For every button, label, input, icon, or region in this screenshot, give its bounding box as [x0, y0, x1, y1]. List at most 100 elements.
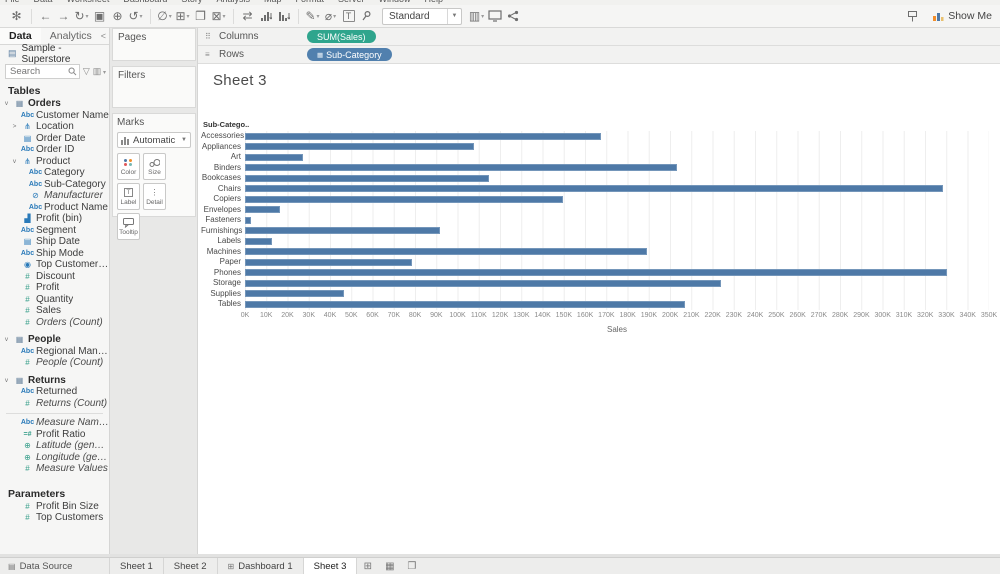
rows-shelf[interactable]: ≡ Rows ▦ Sub-Category [198, 46, 1000, 64]
clear-sheet-button[interactable]: ⊠▾ [210, 7, 227, 26]
pages-card[interactable]: Pages [112, 28, 196, 61]
tab-sheet-2[interactable]: Sheet 2 [164, 558, 218, 574]
field-orders[interactable]: v▦Orders [0, 98, 109, 110]
field-sales[interactable]: #Sales [0, 305, 109, 317]
field-orders-count-[interactable]: #Orders (Count) [0, 317, 109, 329]
category-label[interactable]: Labels [201, 236, 245, 247]
bar-chairs[interactable] [245, 185, 943, 192]
datasource-row[interactable]: ▤ Sample - Superstore [0, 45, 109, 62]
field-regional-manager[interactable]: AbcRegional Manager [0, 346, 109, 358]
label-button[interactable]: TLabel [117, 183, 140, 210]
menu-window[interactable]: Window [379, 0, 411, 4]
category-label[interactable]: Phones [201, 268, 245, 279]
category-label[interactable]: Furnishings [201, 226, 245, 237]
presentation-mode-button[interactable] [486, 7, 503, 26]
field-top-customers[interactable]: #Top Customers [0, 512, 109, 524]
tab-sheet-1[interactable]: Sheet 1 [110, 558, 164, 574]
sub-category-pill[interactable]: ▦ Sub-Category [307, 48, 392, 61]
category-label[interactable]: Appliances [201, 142, 245, 153]
highlight-button[interactable]: ✎▾ [304, 7, 321, 26]
field-profit-bin-[interactable]: ▟Profit (bin) [0, 213, 109, 225]
menu-help[interactable]: Help [425, 0, 444, 4]
menu-story[interactable]: Story [181, 0, 202, 4]
format-button[interactable]: ⌀▾ [322, 7, 339, 26]
new-data-source-button[interactable]: ⊕ [109, 7, 126, 26]
category-label[interactable]: Accessories [201, 131, 245, 142]
menu-worksheet[interactable]: Worksheet [67, 0, 110, 4]
field-product[interactable]: v⋔Product [0, 156, 109, 168]
category-label[interactable]: Machines [201, 247, 245, 258]
row-field-header[interactable]: Sub-Catego.. [201, 120, 989, 131]
new-worksheet-tab-button[interactable]: ⊞ [357, 558, 379, 574]
menu-server[interactable]: Server [338, 0, 365, 4]
tab-sheet-3[interactable]: Sheet 3 [304, 558, 358, 574]
sort-descending-button[interactable] [275, 7, 292, 26]
sheet-title[interactable]: Sheet 3 [198, 64, 1000, 89]
category-label[interactable]: Copiers [201, 194, 245, 205]
new-story-tab-button[interactable]: ❐ [401, 558, 423, 574]
filters-card[interactable]: Filters [112, 66, 196, 108]
duplicate-sheet-button[interactable]: ❐ [192, 7, 209, 26]
x-axis-title[interactable]: Sales [245, 325, 989, 334]
bar-phones[interactable] [245, 269, 947, 276]
category-label[interactable]: Tables [201, 299, 245, 310]
replay-button[interactable]: ↻▾ [73, 7, 90, 26]
field-location[interactable]: >⋔Location [0, 121, 109, 133]
category-label[interactable]: Storage [201, 278, 245, 289]
sort-ascending-button[interactable] [257, 7, 274, 26]
tab-data-source[interactable]: ▤Data Source [0, 558, 110, 574]
redo-button[interactable]: → [55, 7, 72, 26]
refresh-data-source-button[interactable]: ↺▾ [127, 7, 144, 26]
swap-axes-button[interactable]: ⇄ [239, 7, 256, 26]
view-options-icon[interactable]: ▥ ▾ [93, 66, 106, 77]
bar-labels[interactable] [245, 238, 272, 245]
menu-dashboard[interactable]: Dashboard [123, 0, 167, 4]
category-label[interactable]: Paper [201, 257, 245, 268]
save-button[interactable]: ▣ [91, 7, 108, 26]
bar-art[interactable] [245, 154, 303, 161]
category-label[interactable]: Chairs [201, 184, 245, 195]
field-customer-name[interactable]: AbcCustomer Name [0, 110, 109, 122]
new-dashboard-tab-button[interactable]: ▦ [379, 558, 401, 574]
field-profit[interactable]: #Profit [0, 282, 109, 294]
menu-map[interactable]: Map [264, 0, 282, 4]
field-top-customers-by-profit[interactable]: ◉Top Customers by Profit [0, 259, 109, 271]
text-label-button[interactable]: T [340, 7, 357, 26]
field-latitude-generated-[interactable]: ⊕Latitude (generated) [0, 440, 109, 452]
bar-bookcases[interactable] [245, 175, 489, 182]
fit-dropdown[interactable]: Standard ▼ [382, 8, 462, 25]
expander-icon[interactable]: v [10, 158, 19, 165]
expander-icon[interactable]: v [2, 377, 11, 384]
detail-button[interactable]: ⋮Detail [143, 183, 166, 210]
expander-icon[interactable]: v [2, 100, 11, 107]
field-returns-count-[interactable]: #Returns (Count) [0, 398, 109, 410]
bar-tables[interactable] [245, 301, 685, 308]
tooltip-button[interactable]: Tooltip [117, 213, 140, 240]
menu-file[interactable]: File [5, 0, 20, 4]
field-order-id[interactable]: AbcOrder ID [0, 144, 109, 156]
expander-icon[interactable]: > [10, 123, 19, 130]
field-order-date[interactable]: ▤Order Date [0, 133, 109, 145]
bar-supplies[interactable] [245, 290, 344, 297]
menu-format[interactable]: Format [295, 0, 324, 4]
tooltip-flag-icon[interactable] [904, 7, 921, 26]
collapse-pane-icon[interactable]: < [101, 31, 111, 41]
chevron-down-icon[interactable]: ▼ [447, 9, 461, 24]
category-label[interactable]: Envelopes [201, 205, 245, 216]
category-label[interactable]: Binders [201, 163, 245, 174]
sum-sales-pill[interactable]: SUM(Sales) [307, 30, 376, 43]
menu-data[interactable]: Data [34, 0, 53, 4]
field-profit-ratio[interactable]: =#Profit Ratio [0, 429, 109, 441]
bar-copiers[interactable] [245, 196, 563, 203]
share-button[interactable] [504, 7, 521, 26]
show-hide-cards-button[interactable]: ▥▾ [468, 7, 485, 26]
search-input[interactable] [6, 66, 64, 77]
field-manufacturer[interactable]: ⊘Manufacturer [0, 190, 109, 202]
category-label[interactable]: Supplies [201, 289, 245, 300]
bar-fasteners[interactable] [245, 217, 251, 224]
field-sub-category[interactable]: AbcSub-Category [0, 179, 109, 191]
category-label[interactable]: Bookcases [201, 173, 245, 184]
field-discount[interactable]: #Discount [0, 271, 109, 283]
field-people[interactable]: v▦People [0, 334, 109, 346]
bar-storage[interactable] [245, 280, 721, 287]
